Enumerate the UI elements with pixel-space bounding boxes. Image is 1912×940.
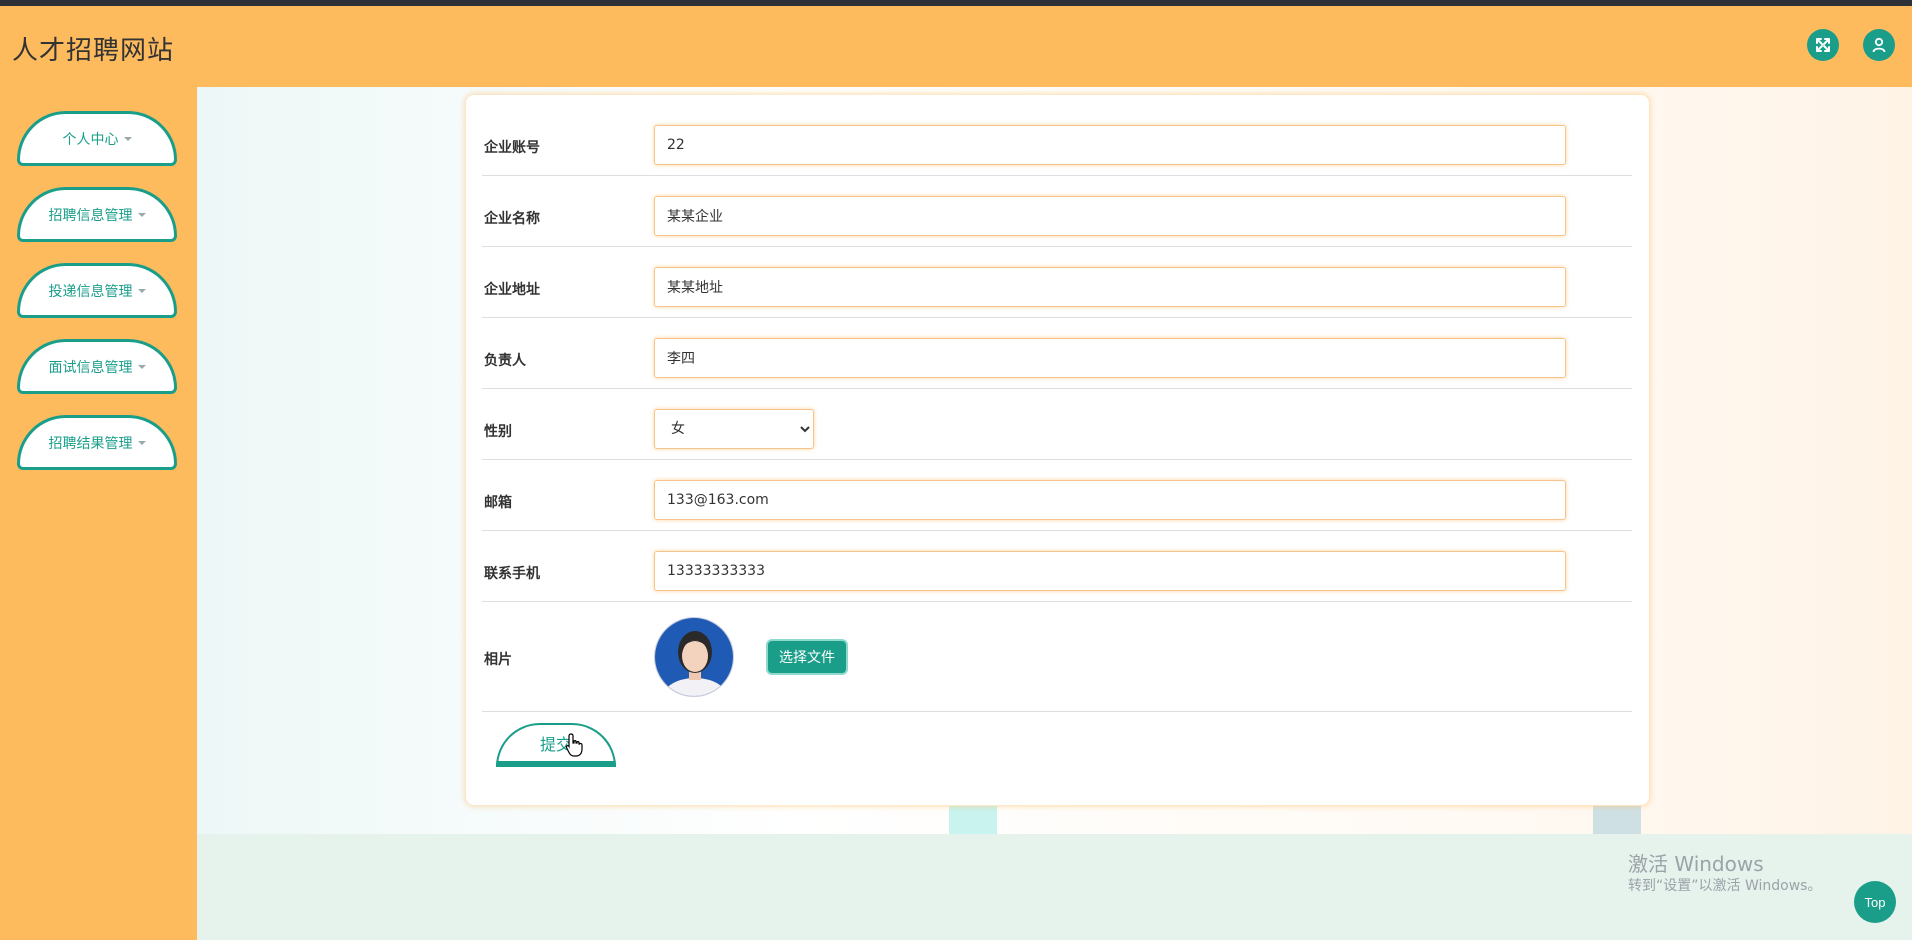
email-input[interactable]: [654, 480, 1566, 520]
form-row-address: 企业地址: [482, 247, 1632, 318]
sidebar-item-personal-center[interactable]: 个人中心: [17, 111, 177, 166]
sidebar-item-application-info[interactable]: 投递信息管理: [17, 263, 177, 318]
fullscreen-icon: [1816, 38, 1830, 52]
form-row-account: 企业账号: [482, 95, 1632, 176]
company-name-input[interactable]: [654, 196, 1566, 236]
contact-person-input[interactable]: [654, 338, 1566, 378]
sidebar-item-label: 投递信息管理: [48, 283, 133, 300]
form-row-phone: 联系手机: [482, 531, 1632, 602]
profile-photo: [654, 617, 734, 697]
site-title: 人才招聘网站: [12, 36, 175, 66]
sidebar-item-label: 招聘信息管理: [48, 207, 133, 224]
caret-down-icon: [137, 364, 146, 369]
address-input[interactable]: [654, 267, 1566, 307]
user-icon: [1872, 37, 1886, 53]
contact-person-label: 负责人: [484, 353, 526, 369]
account-label: 企业账号: [484, 140, 540, 156]
back-to-top-button[interactable]: Top: [1854, 881, 1896, 923]
caret-down-icon: [137, 440, 146, 445]
caret-down-icon: [137, 212, 146, 217]
gender-label: 性别: [484, 424, 512, 440]
company-name-label: 企业名称: [484, 211, 540, 227]
phone-label: 联系手机: [484, 566, 540, 582]
sidebar-item-interview-info[interactable]: 面试信息管理: [17, 339, 177, 394]
submit-button[interactable]: 提交: [496, 723, 616, 767]
windows-activation-title: 激活 Windows: [1628, 852, 1764, 876]
form-row-name: 企业名称: [482, 176, 1632, 247]
address-label: 企业地址: [484, 282, 540, 298]
user-button[interactable]: [1863, 29, 1895, 61]
decorative-block: [949, 806, 997, 834]
sidebar: 个人中心 招聘信息管理 投递信息管理 面试信息管理 招聘结果管理: [0, 87, 197, 940]
email-label: 邮箱: [484, 495, 512, 511]
sidebar-item-recruitment-info[interactable]: 招聘信息管理: [17, 187, 177, 242]
decorative-block: [1593, 806, 1641, 834]
account-input[interactable]: [654, 125, 1566, 165]
form-row-gender: 性别 女: [482, 389, 1632, 460]
phone-input[interactable]: [654, 551, 1566, 591]
choose-file-button[interactable]: 选择文件: [766, 639, 848, 675]
form-row-photo: 相片 选择文件: [482, 602, 1632, 712]
sidebar-item-label: 招聘结果管理: [48, 435, 133, 452]
windows-activation-hint: 转到“设置”以激活 Windows。: [1628, 878, 1822, 894]
caret-down-icon: [123, 136, 132, 141]
form-row-email: 邮箱: [482, 460, 1632, 531]
sidebar-item-label: 面试信息管理: [48, 359, 133, 376]
sidebar-item-label: 个人中心: [62, 131, 119, 148]
person-photo-icon: [655, 618, 733, 696]
form-row-contact: 负责人: [482, 318, 1632, 389]
sidebar-item-result[interactable]: 招聘结果管理: [17, 415, 177, 470]
hand-cursor-icon: [565, 733, 583, 757]
header: 人才招聘网站: [0, 6, 1912, 87]
fullscreen-button[interactable]: [1807, 29, 1839, 61]
photo-label: 相片: [484, 652, 512, 668]
company-info-form: 企业账号 企业名称 企业地址 负责人 性别 女 邮箱 联系手机 相片: [466, 95, 1649, 805]
gender-select[interactable]: 女: [654, 409, 814, 449]
caret-down-icon: [137, 288, 146, 293]
